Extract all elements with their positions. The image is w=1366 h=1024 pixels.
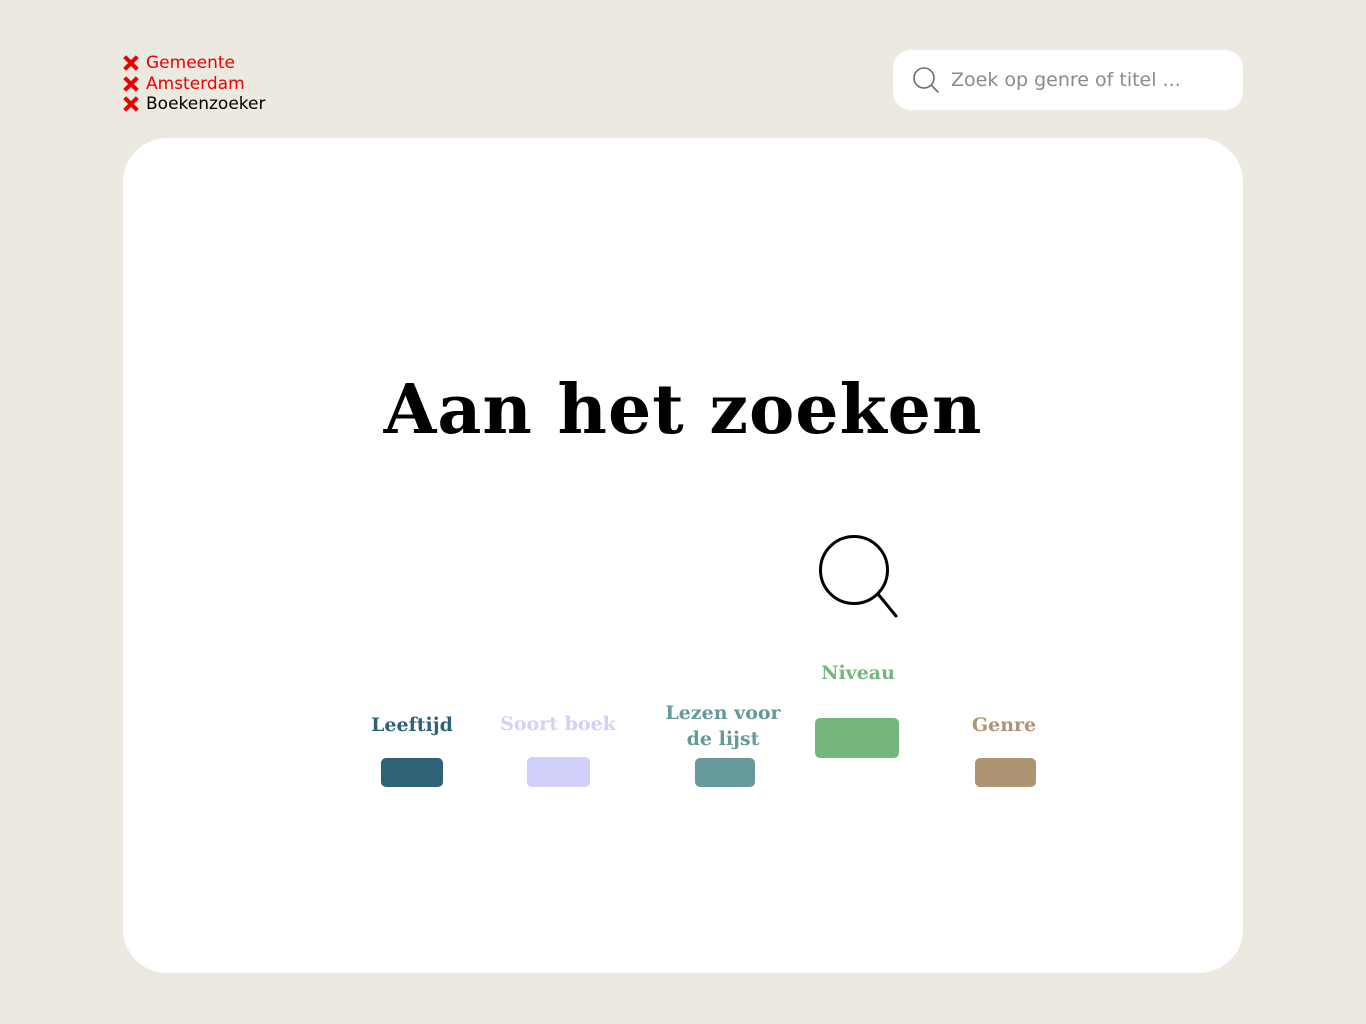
filter-label-soort-boek: Soort boek [500, 713, 616, 735]
logo-text-boekenzoeker: Boekenzoeker [146, 94, 266, 115]
logo-text-gemeente: Gemeente [146, 53, 236, 74]
andreas-cross-icon [123, 96, 139, 113]
search-input[interactable] [949, 68, 1233, 92]
andreas-cross-icon [123, 55, 139, 72]
search-icon [819, 535, 898, 618]
filter-chip-niveau[interactable] [815, 718, 899, 758]
filter-chip-lezen-voor-de-lijst[interactable] [695, 758, 755, 787]
gemeente-amsterdam-logo[interactable]: Gemeente Amsterdam Boekenzoeker [122, 53, 282, 115]
logo-row: Gemeente [122, 53, 282, 74]
page-title: Aan het zoeken [383, 369, 983, 450]
logo-text-amsterdam: Amsterdam [146, 73, 245, 94]
main-card [123, 138, 1243, 973]
andreas-cross-icon [123, 75, 139, 92]
filter-label-genre: Genre [971, 714, 1037, 736]
logo-row: Boekenzoeker [122, 94, 282, 115]
filter-label-leeftijd: Leeftijd [371, 714, 453, 736]
filter-chip-leeftijd[interactable] [381, 758, 443, 787]
filter-chip-genre[interactable] [975, 758, 1036, 787]
filter-label-niveau: Niveau [821, 662, 895, 684]
filter-label-lezen-voor-de-lijst: Lezen voor de lijst [665, 702, 781, 750]
filter-chip-soort-boek[interactable] [527, 757, 590, 787]
logo-row: Amsterdam [122, 74, 282, 95]
search-bar[interactable] [893, 50, 1243, 110]
search-icon [913, 67, 939, 93]
